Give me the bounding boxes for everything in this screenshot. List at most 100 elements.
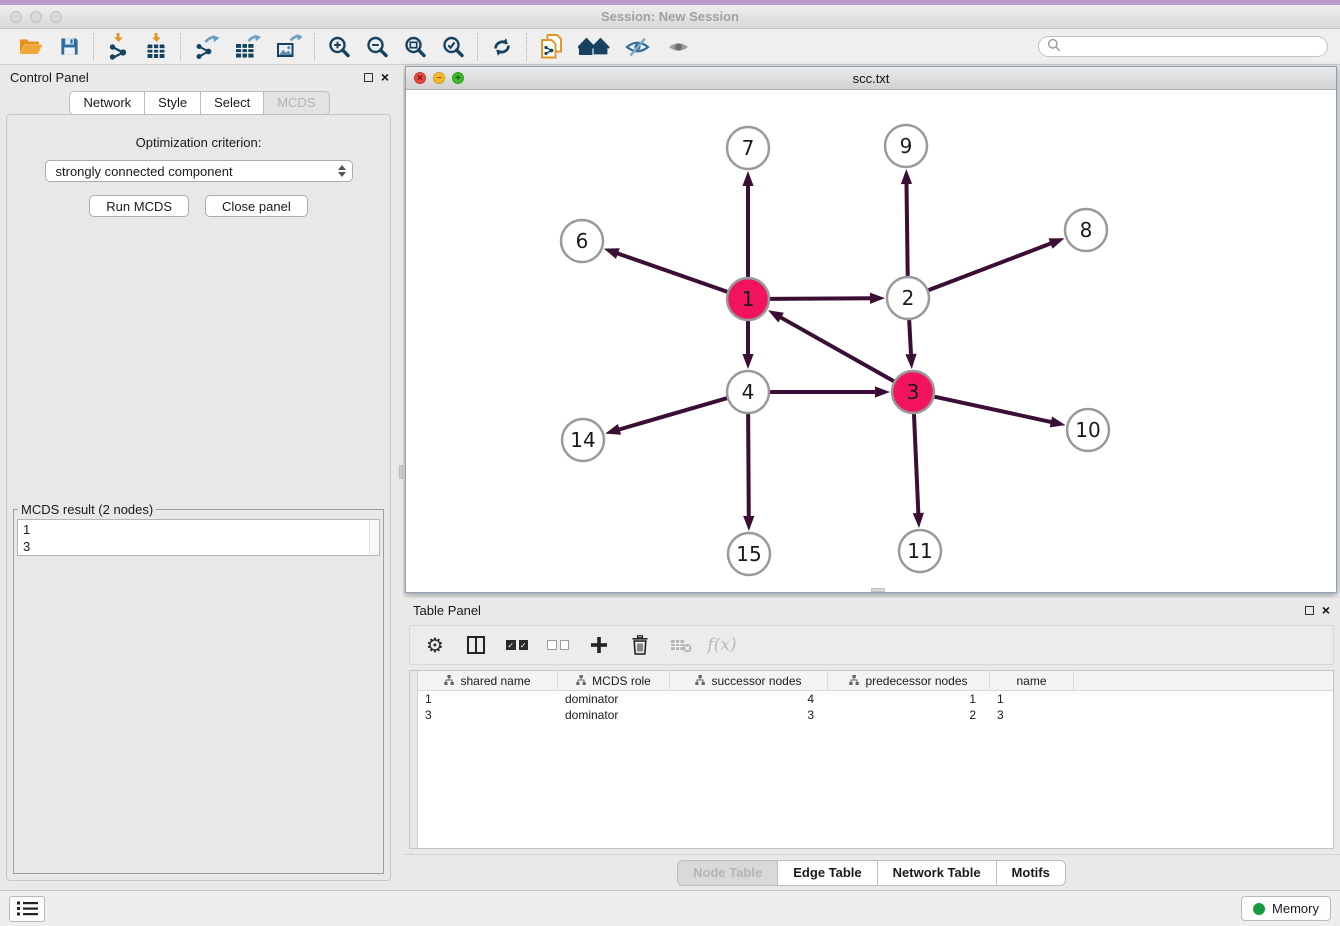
- graph-edge-2-3[interactable]: [905, 320, 916, 369]
- zoom-out-icon[interactable]: [365, 35, 389, 59]
- table-panel: Table Panel ⚙ f(x) shared nameMCDS: [403, 598, 1340, 890]
- import-table-icon[interactable]: [144, 33, 168, 60]
- optimization-criterion-select[interactable]: strongly connected component: [45, 160, 353, 182]
- search-input[interactable]: [1066, 40, 1319, 54]
- close-panel-icon[interactable]: [381, 72, 389, 82]
- export-network-icon[interactable]: [193, 34, 220, 60]
- network-graph[interactable]: 1 2 3 4 6 7 8 9 10 11 14 15: [406, 90, 1336, 592]
- graph-node-3[interactable]: 3: [892, 371, 934, 413]
- graph-edge-3-10[interactable]: [934, 397, 1065, 428]
- network-close-icon[interactable]: [414, 72, 426, 84]
- graph-edge-1-4[interactable]: [742, 321, 753, 369]
- clone-network-icon[interactable]: [539, 33, 564, 60]
- graph-edge-1-7[interactable]: [742, 171, 753, 277]
- graph-edge-3-11[interactable]: [913, 414, 924, 528]
- network-window-title: scc.txt: [406, 71, 1336, 86]
- graph-node-15[interactable]: 15: [728, 533, 770, 575]
- tab-network[interactable]: Network: [69, 91, 144, 115]
- gear-icon[interactable]: ⚙: [424, 635, 446, 655]
- graph-node-6[interactable]: 6: [561, 220, 603, 262]
- run-mcds-button[interactable]: Run MCDS: [89, 195, 189, 217]
- zoom-fit-icon[interactable]: [403, 35, 427, 59]
- memory-button[interactable]: Memory: [1241, 896, 1331, 921]
- column-header-shared-name[interactable]: shared name: [418, 671, 558, 690]
- eye-icon[interactable]: [665, 35, 692, 59]
- graph-node-4[interactable]: 4: [727, 371, 769, 413]
- zoom-selected-icon[interactable]: [441, 35, 465, 59]
- graph-node-8[interactable]: 8: [1065, 209, 1107, 251]
- panel-splitter[interactable]: [399, 65, 403, 890]
- open-folder-icon[interactable]: [18, 35, 44, 59]
- row-header-strip: [410, 671, 418, 848]
- delete-table-icon: [670, 637, 692, 653]
- close-panel-button[interactable]: Close panel: [205, 195, 308, 217]
- graph-node-9[interactable]: 9: [885, 125, 927, 167]
- result-line: 3: [23, 538, 379, 555]
- trash-icon[interactable]: [629, 635, 651, 655]
- import-network-icon[interactable]: [106, 33, 130, 60]
- tab-network-table[interactable]: Network Table: [877, 860, 996, 886]
- search-field[interactable]: [1038, 36, 1328, 57]
- graph-node-7[interactable]: 7: [727, 127, 769, 169]
- network-minimize-icon[interactable]: [433, 72, 445, 84]
- deselect-all-icon[interactable]: [547, 640, 569, 650]
- svg-text:3: 3: [907, 380, 920, 404]
- table-row[interactable]: 1dominator411: [418, 691, 1333, 707]
- tab-style[interactable]: Style: [144, 91, 200, 115]
- float-table-panel-icon[interactable]: [1305, 606, 1314, 615]
- table-row[interactable]: 3dominator323: [418, 707, 1333, 723]
- task-history-button[interactable]: [9, 896, 45, 922]
- svg-text:8: 8: [1080, 218, 1093, 242]
- column-header-name[interactable]: name: [990, 671, 1074, 690]
- column-header-predecessor-nodes[interactable]: predecessor nodes: [828, 671, 990, 690]
- network-maximize-icon[interactable]: [452, 72, 464, 84]
- graph-edge-2-8[interactable]: [929, 238, 1065, 290]
- status-bar: Memory: [0, 890, 1340, 926]
- tab-select[interactable]: Select: [200, 91, 263, 115]
- network-window-titlebar[interactable]: scc.txt: [406, 67, 1336, 90]
- export-image-icon[interactable]: [275, 34, 302, 60]
- add-column-icon[interactable]: [588, 636, 610, 654]
- tree-icon: [695, 674, 705, 688]
- tab-node-table[interactable]: Node Table: [677, 860, 777, 886]
- tab-motifs[interactable]: Motifs: [996, 860, 1066, 886]
- close-window-button[interactable]: [10, 11, 22, 23]
- graph-node-11[interactable]: 11: [899, 530, 941, 572]
- save-icon[interactable]: [58, 35, 81, 58]
- refresh-icon[interactable]: [490, 35, 514, 59]
- mcds-result-box[interactable]: 13: [17, 519, 380, 556]
- network-resize-grip[interactable]: [871, 588, 885, 592]
- memory-label: Memory: [1272, 901, 1319, 916]
- close-table-panel-icon[interactable]: [1322, 605, 1330, 615]
- minimize-window-button[interactable]: [30, 11, 42, 23]
- optimization-criterion-label: Optimization criterion:: [7, 135, 390, 150]
- column-header-successor-nodes[interactable]: successor nodes: [670, 671, 828, 690]
- graph-edge-1-2[interactable]: [770, 293, 885, 304]
- graph-edge-1-6[interactable]: [604, 248, 728, 291]
- eye-slash-icon[interactable]: [624, 35, 651, 59]
- graph-edge-3-1[interactable]: [768, 310, 894, 381]
- column-header-MCDS-role[interactable]: MCDS role: [558, 671, 670, 690]
- graph-node-2[interactable]: 2: [887, 277, 929, 319]
- graph-node-14[interactable]: 14: [562, 419, 604, 461]
- tab-edge-table[interactable]: Edge Table: [777, 860, 876, 886]
- select-all-icon[interactable]: [506, 640, 528, 650]
- window-controls: [10, 11, 62, 23]
- network-view-window: scc.txt 1 2 3 4 6 7 8 9 10 11 14 15: [405, 66, 1337, 593]
- graph-edge-4-15[interactable]: [743, 414, 754, 531]
- graph-edge-4-14[interactable]: [605, 398, 727, 435]
- export-table-icon[interactable]: [234, 34, 261, 60]
- graph-edge-2-9[interactable]: [901, 169, 912, 276]
- graph-edge-4-3[interactable]: [770, 386, 890, 397]
- graph-node-1[interactable]: 1: [727, 278, 769, 320]
- network-canvas[interactable]: 1 2 3 4 6 7 8 9 10 11 14 15: [406, 90, 1336, 592]
- table-body: 1dominator4113dominator323: [418, 691, 1333, 723]
- tab-mcds[interactable]: MCDS: [263, 91, 329, 115]
- result-scrollbar[interactable]: [369, 520, 379, 555]
- float-panel-icon[interactable]: [364, 73, 373, 82]
- columns-icon[interactable]: [465, 636, 487, 654]
- double-home-icon[interactable]: [578, 35, 610, 59]
- zoom-window-button[interactable]: [50, 11, 62, 23]
- zoom-in-icon[interactable]: [327, 35, 351, 59]
- graph-node-10[interactable]: 10: [1067, 409, 1109, 451]
